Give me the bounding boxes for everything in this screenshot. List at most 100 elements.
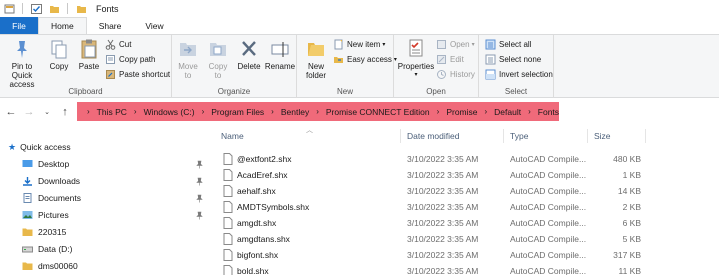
tab-home[interactable]: Home: [38, 17, 87, 34]
copy-to-button[interactable]: Copy to: [206, 38, 230, 80]
new-folder-quick-icon[interactable]: [49, 4, 60, 14]
cut-button[interactable]: Cut: [105, 38, 131, 51]
tab-share[interactable]: Share: [87, 17, 134, 34]
column-header-date[interactable]: Date modified: [407, 131, 459, 141]
breadcrumb-program-files[interactable]: Program Files: [211, 107, 264, 117]
select-none-button[interactable]: Select none: [485, 53, 541, 66]
history-label: History: [450, 70, 475, 79]
delete-x-icon: [242, 41, 256, 56]
paste-shortcut-label: Paste shortcut: [119, 70, 171, 79]
pin-icon[interactable]: [196, 177, 203, 186]
tab-file[interactable]: File: [0, 17, 38, 34]
pin-icon[interactable]: [196, 194, 203, 203]
pin-icon[interactable]: [196, 211, 203, 220]
new-item-icon: [334, 39, 343, 50]
checkmark-icon[interactable]: [31, 3, 42, 14]
copy-button[interactable]: Copy: [47, 38, 71, 71]
address-bar[interactable]: › This PC › Windows (C:) › Program Files…: [77, 102, 559, 121]
rename-icon: [271, 42, 289, 57]
pin-icon[interactable]: [196, 160, 203, 169]
file-name: @extfont2.shx: [237, 154, 292, 164]
ribbon: Pin to Quick access Copy Paste Cut Copy …: [0, 34, 719, 98]
nav-label-downloads: Downloads: [38, 176, 81, 186]
organize-group-label: Organize: [217, 87, 251, 96]
file-row[interactable]: bigfont.shx 3/10/2022 3:35 AM AutoCAD Co…: [211, 247, 719, 263]
move-to-button[interactable]: Move to: [176, 38, 200, 80]
back-arrow-icon[interactable]: ←: [4, 106, 18, 118]
open-icon: [437, 40, 446, 49]
properties-button[interactable]: Properties ▾: [398, 38, 434, 80]
copy-path-button[interactable]: Copy path: [105, 53, 155, 66]
column-divider[interactable]: [587, 129, 588, 143]
properties-quick-icon[interactable]: [4, 4, 15, 14]
breadcrumb-default[interactable]: Default: [494, 107, 521, 117]
nav-item-220315[interactable]: 220315: [22, 224, 229, 240]
open-button[interactable]: Open ▾: [436, 38, 475, 51]
new-item-button[interactable]: New item ▾: [333, 38, 385, 51]
select-all-button[interactable]: Select all: [485, 38, 531, 51]
breadcrumb-this-pc[interactable]: This PC: [97, 107, 127, 117]
paste-label: Paste: [78, 62, 100, 71]
column-divider[interactable]: [503, 129, 504, 143]
file-row[interactable]: AcadEref.shx 3/10/2022 3:35 AM AutoCAD C…: [211, 167, 719, 183]
column-header-name[interactable]: Name: [221, 131, 244, 141]
column-divider[interactable]: [400, 129, 401, 143]
nav-item-documents[interactable]: Documents: [22, 190, 229, 206]
nav-quick-access[interactable]: ★ Quick access: [8, 139, 215, 155]
paste-shortcut-button[interactable]: Paste shortcut: [105, 68, 170, 81]
invert-selection-button[interactable]: Invert selection: [485, 68, 553, 81]
delete-button[interactable]: Delete: [236, 38, 262, 71]
move-to-line2: to: [184, 71, 192, 80]
select-all-icon: [485, 39, 496, 50]
breadcrumb-separator: ›: [201, 107, 205, 116]
up-arrow-icon[interactable]: ↑: [58, 106, 72, 118]
file-size: 2 KB: [622, 202, 641, 212]
paste-button[interactable]: Paste: [77, 38, 101, 71]
file-row[interactable]: bold.shx 3/10/2022 3:35 AM AutoCAD Compi…: [211, 263, 719, 275]
file-name: bigfont.shx: [237, 250, 279, 260]
edit-label: Edit: [450, 55, 464, 64]
recent-locations-chevron-icon[interactable]: ⌄: [40, 108, 54, 116]
new-folder-button[interactable]: New folder: [302, 38, 330, 80]
nav-item-downloads[interactable]: Downloads: [22, 173, 229, 189]
file-row[interactable]: amgdtans.shx 3/10/2022 3:35 AM AutoCAD C…: [211, 231, 719, 247]
file-icon: [223, 265, 233, 275]
nav-item-dms00060[interactable]: dms00060: [22, 258, 229, 274]
breadcrumb-promise[interactable]: Promise: [446, 107, 477, 117]
history-button[interactable]: History: [436, 68, 475, 81]
nav-item-data-d[interactable]: Data (D:): [22, 241, 229, 257]
pin-to-quick-access-button[interactable]: Pin to Quick access: [4, 38, 40, 89]
file-row[interactable]: AMDTSymbols.shx 3/10/2022 3:35 AM AutoCA…: [211, 199, 719, 215]
column-header-size[interactable]: Size: [594, 131, 611, 141]
pin-label-line1: Pin to Quick: [11, 62, 33, 80]
select-group: Select all Select none Invert selection …: [479, 35, 554, 98]
new-group: New folder New item ▾ Easy access ▾ New: [297, 35, 397, 98]
breadcrumb-fonts[interactable]: Fonts: [538, 107, 559, 117]
file-size: 14 KB: [617, 186, 641, 196]
breadcrumb-bentley[interactable]: Bentley: [281, 107, 309, 117]
organize-group: Move to Copy to Delete Rename Organize: [172, 35, 297, 98]
nav-item-desktop[interactable]: Desktop: [22, 156, 229, 172]
copy-to-line2: to: [214, 71, 222, 80]
new-item-dropdown-icon: ▾: [382, 42, 386, 48]
file-row[interactable]: amgdt.shx 3/10/2022 3:35 AM AutoCAD Comp…: [211, 215, 719, 231]
edit-button[interactable]: Edit: [436, 53, 464, 66]
open-group-label: Open: [426, 87, 446, 96]
file-row[interactable]: @extfont2.shx 3/10/2022 3:35 AM AutoCAD …: [211, 151, 719, 167]
file-icon: [223, 153, 233, 165]
file-icon: [223, 185, 233, 197]
nav-item-pictures[interactable]: Pictures: [22, 207, 229, 223]
tab-view[interactable]: View: [133, 17, 175, 34]
breadcrumb-promise-connect-edition[interactable]: Promise CONNECT Edition: [326, 107, 430, 117]
forward-arrow-icon[interactable]: →: [22, 106, 36, 118]
file-date: 3/10/2022 3:35 AM: [407, 250, 479, 260]
file-type: AutoCAD Compile...: [510, 234, 587, 244]
easy-access-button[interactable]: Easy access ▾: [333, 53, 397, 66]
rename-button[interactable]: Rename: [265, 38, 295, 71]
breadcrumb-windows-c[interactable]: Windows (C:): [144, 107, 195, 117]
column-header-type[interactable]: Type: [510, 131, 528, 141]
file-type: AutoCAD Compile...: [510, 170, 587, 180]
column-divider[interactable]: [645, 129, 646, 143]
file-icon: [223, 249, 233, 261]
file-row[interactable]: aehalf.shx 3/10/2022 3:35 AM AutoCAD Com…: [211, 183, 719, 199]
